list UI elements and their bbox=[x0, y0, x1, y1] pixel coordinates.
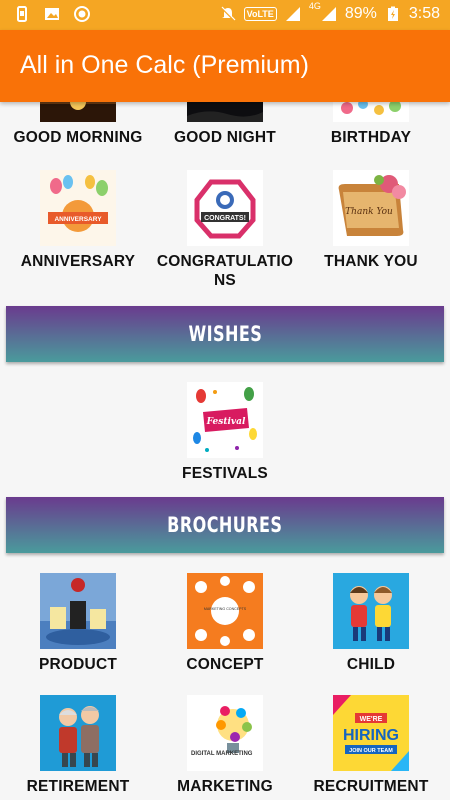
image-notification-icon bbox=[45, 8, 59, 20]
thank-you-tile[interactable]: Thank You THANK YOU bbox=[298, 170, 444, 271]
tile-label: RETIREMENT bbox=[26, 778, 130, 795]
tile-label: ANNIVERSARY bbox=[20, 253, 136, 270]
retirement-image bbox=[40, 695, 116, 771]
brochures-section-header: BROCHURES bbox=[6, 497, 444, 553]
anniversary-image: ANNIVERSARY bbox=[40, 170, 116, 246]
anniversary-banner-text: ANNIVERSARY bbox=[54, 216, 102, 223]
app-title: All in One Calc (Premium) bbox=[20, 51, 309, 79]
child-image bbox=[333, 573, 409, 649]
tile-label: PRODUCT bbox=[38, 656, 118, 673]
hiring-top-text: WE'RE bbox=[360, 716, 383, 723]
concept-center-text: MARKETING CONCEPTS bbox=[204, 607, 247, 611]
thank-you-card-text: Thank You bbox=[345, 207, 393, 217]
tile-label: GOOD NIGHT bbox=[174, 129, 276, 146]
congratulations-tile[interactable]: CONGRATS! CONGRATULATIONS bbox=[152, 170, 298, 290]
section-title: WISHES bbox=[188, 322, 262, 346]
section-title: BROCHURES bbox=[167, 513, 283, 537]
hiring-main-text: HIRING bbox=[343, 727, 399, 744]
tile-label: RECRUITMENT bbox=[313, 778, 429, 795]
congrats-banner-text: CONGRATS! bbox=[204, 215, 246, 222]
concept-tile[interactable]: MARKETING CONCEPTS CONCEPT bbox=[152, 573, 298, 674]
mute-notifications-icon bbox=[220, 6, 236, 21]
tile-label: FESTIVALS bbox=[182, 465, 268, 482]
product-image bbox=[40, 573, 116, 649]
product-tile[interactable]: PRODUCT bbox=[5, 573, 151, 674]
thank-you-image: Thank You bbox=[333, 170, 409, 246]
signal-icon-2 bbox=[321, 7, 336, 21]
battery-charging-icon bbox=[387, 6, 398, 21]
phone-notification-icon bbox=[17, 6, 27, 22]
app-bar: All in One Calc (Premium) bbox=[0, 30, 450, 102]
wishes-section-header: WISHES bbox=[6, 306, 444, 362]
retirement-tile[interactable]: RETIREMENT bbox=[5, 695, 151, 796]
tile-label: CHILD bbox=[346, 656, 396, 673]
tile-label: CONGRATULATIONS bbox=[156, 253, 294, 289]
tile-label: BIRTHDAY bbox=[330, 129, 412, 146]
status-bar: VoLTE 4G 89% 3:58 bbox=[0, 0, 450, 30]
battery-percent: 89% bbox=[344, 5, 377, 22]
festivals-tile[interactable]: Festival FESTIVALS bbox=[152, 382, 298, 483]
festivals-image: Festival bbox=[187, 382, 263, 458]
signal-icon bbox=[285, 7, 300, 21]
volte-badge: VoLTE bbox=[243, 7, 277, 21]
tile-label: GOOD MORNING bbox=[13, 129, 143, 146]
child-tile[interactable]: CHILD bbox=[298, 573, 444, 674]
congratulations-image: CONGRATS! bbox=[187, 170, 263, 246]
marketing-image: DIGITAL MARKETING bbox=[187, 695, 263, 771]
festival-banner-text: Festival bbox=[206, 417, 246, 427]
tile-label: THANK YOU bbox=[324, 253, 418, 270]
marketing-image-text: DIGITAL MARKETING bbox=[191, 751, 253, 757]
tile-label: MARKETING bbox=[177, 778, 273, 795]
anniversary-tile[interactable]: ANNIVERSARY ANNIVERSARY bbox=[5, 170, 151, 271]
concept-image: MARKETING CONCEPTS bbox=[187, 573, 263, 649]
tile-label: CONCEPT bbox=[186, 656, 264, 673]
marketing-tile[interactable]: DIGITAL MARKETING MARKETING bbox=[152, 695, 298, 796]
clock: 3:58 bbox=[408, 5, 440, 22]
recruitment-image: WE'RE HIRING JOIN OUR TEAM bbox=[333, 695, 409, 771]
record-notification-icon bbox=[74, 6, 90, 22]
recruitment-tile[interactable]: WE'RE HIRING JOIN OUR TEAM RECRUITMENT bbox=[298, 695, 444, 796]
network-type: 4G bbox=[308, 1, 321, 11]
hiring-bottom-text: JOIN OUR TEAM bbox=[349, 748, 393, 754]
